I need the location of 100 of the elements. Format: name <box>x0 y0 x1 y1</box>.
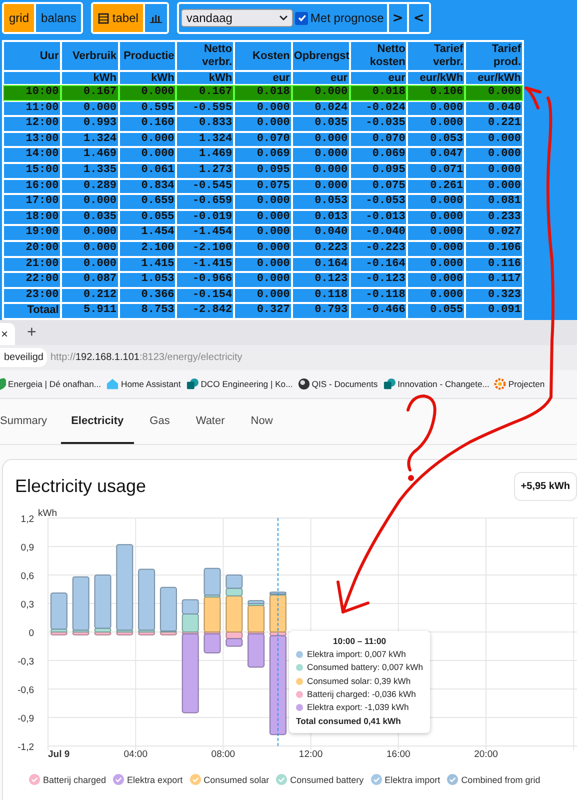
table-cell: 0.018 <box>350 86 406 100</box>
bookmark[interactable]: Projecten <box>494 378 545 390</box>
axis-label: -0,6 <box>18 685 34 696</box>
table-cell: 22:00 <box>4 273 60 287</box>
table-cell: 0.167 <box>62 86 118 100</box>
energy-tab[interactable]: Summary <box>0 400 56 444</box>
card-title: Electricity usage <box>15 476 146 497</box>
table-cell: 0.000 <box>292 132 349 146</box>
table-view-button[interactable]: tabel <box>93 4 146 32</box>
security-chip[interactable]: beveiligd <box>0 348 48 367</box>
table-cell: 20:00 <box>4 242 60 256</box>
energy-tab[interactable]: Gas <box>140 400 180 444</box>
table-cell: 0.000 <box>62 258 118 272</box>
table-cell: 0.289 <box>62 180 118 194</box>
table-cell: Totaal <box>4 304 60 318</box>
mode-tab[interactable]: grid <box>4 4 36 32</box>
bookmark[interactable]: Home Assistant <box>106 378 181 390</box>
table-cell: 13:00 <box>4 132 60 146</box>
table-cell: 0.000 <box>62 242 118 256</box>
legend-item[interactable]: Elektra import <box>370 774 440 785</box>
table-cell: 0.000 <box>408 195 464 209</box>
table-cell: 0.000 <box>408 117 464 131</box>
table-cell: 0.000 <box>408 273 464 287</box>
legend-item[interactable]: Elektra export <box>113 774 183 785</box>
bookmark[interactable]: DCO Engineering | Ko... <box>186 378 293 390</box>
new-tab-button[interactable]: + <box>27 324 36 342</box>
table-cell: 0.000 <box>408 226 464 240</box>
table-cell: 0.116 <box>466 258 522 272</box>
unit-label: kWh <box>177 72 234 84</box>
table-cell: 0.167 <box>177 86 234 100</box>
forecast-checkbox[interactable] <box>295 12 308 24</box>
energy-tab[interactable]: Now <box>240 400 283 444</box>
axis-label: 08:00 <box>211 749 236 760</box>
legend-item[interactable]: Consumed battery <box>276 774 364 785</box>
url-field[interactable]: http://192.168.1.101:8123/energy/electricity <box>50 352 242 363</box>
table-cell: 0.000 <box>235 210 291 224</box>
axis-label: -0,9 <box>18 714 34 724</box>
axis-label: 20:00 <box>474 749 498 760</box>
legend-item[interactable]: Consumed solar <box>190 774 270 785</box>
table-cell: 0.069 <box>235 148 291 162</box>
table-cell: 1.469 <box>177 148 234 162</box>
energy-tab[interactable]: Water <box>186 400 235 444</box>
table-cell: 0.000 <box>292 164 349 178</box>
table-cell: 0.000 <box>408 288 464 302</box>
table-cell: 0.095 <box>235 164 291 178</box>
column-header: Tarief verbr. <box>408 42 464 70</box>
legend-item[interactable]: Combined from grid <box>447 774 540 785</box>
energy-tab[interactable]: Electricity <box>61 400 134 444</box>
browser-tab[interactable]: × <box>0 323 15 345</box>
caret-icon <box>279 15 288 21</box>
forecast-label: Met prognose <box>310 11 384 25</box>
bookmark[interactable]: QIS - Documents <box>298 378 378 390</box>
sphere-icon <box>298 378 310 390</box>
unit-label: eur/kWh <box>466 72 522 84</box>
table-cell: 0.040 <box>466 102 522 116</box>
table-cell: 0.053 <box>292 195 349 209</box>
table-cell: 0.000 <box>235 258 291 272</box>
bookmark[interactable]: Energeia | Dé onafhan... <box>0 378 102 390</box>
table-cell: -0.013 <box>350 210 406 224</box>
unit-label: kWh <box>120 72 176 84</box>
table-cell: -1.415 <box>177 258 234 272</box>
bookmark[interactable]: Innovation - Changete... <box>382 378 490 390</box>
table-cell: 0.061 <box>120 164 176 178</box>
tooltip-title: 10:00 – 11:00 <box>332 636 388 646</box>
period-dropdown[interactable]: vandaag <box>181 9 294 27</box>
axis-label: -1,2 <box>18 742 34 753</box>
table-cell: 10:00 <box>4 86 60 100</box>
table-cell: 0.095 <box>350 164 406 178</box>
tooltip-value: Consumed solar: 0,39 kWh <box>307 674 411 688</box>
axis-label: 0 <box>28 628 34 639</box>
table-cell: 23:00 <box>4 288 60 302</box>
table-cell: 0.366 <box>120 288 176 302</box>
table-cell: 1.469 <box>62 148 118 162</box>
tooltip-total: Total consumed 0,41 kWh <box>296 715 402 728</box>
table-cell: -0.154 <box>177 288 234 302</box>
table-cell: 18:00 <box>4 210 60 224</box>
house-icon <box>106 378 120 390</box>
axis-label: 16:00 <box>386 749 410 760</box>
table-cell: 0.261 <box>408 180 464 194</box>
table-cell: 0.091 <box>466 304 522 318</box>
table-cell: 0.040 <box>292 226 349 240</box>
unit-label: kWh <box>62 72 118 84</box>
axis-label: 1,2 <box>20 514 34 525</box>
table-cell: 0.053 <box>408 132 464 146</box>
table-cell: 14:00 <box>4 148 60 162</box>
table-cell: 0.106 <box>408 86 464 100</box>
table-cell: -0.024 <box>350 102 406 116</box>
table-cell: 0.070 <box>350 132 406 146</box>
table-cell: 0.000 <box>62 226 118 240</box>
legend-item[interactable]: Batterij charged <box>29 774 106 785</box>
axis-label: Jul 9 <box>48 749 70 760</box>
tile-icon <box>382 378 396 390</box>
table-cell: 0.000 <box>235 117 291 131</box>
table-cell: 0.327 <box>235 304 291 318</box>
column-header: Productie <box>120 42 176 70</box>
table-cell: 0.212 <box>62 288 118 302</box>
table-cell: 11:00 <box>4 102 60 116</box>
table-cell: 0.027 <box>466 226 522 240</box>
table-cell: 16:00 <box>4 180 60 194</box>
table-cell: -0.164 <box>350 258 406 272</box>
